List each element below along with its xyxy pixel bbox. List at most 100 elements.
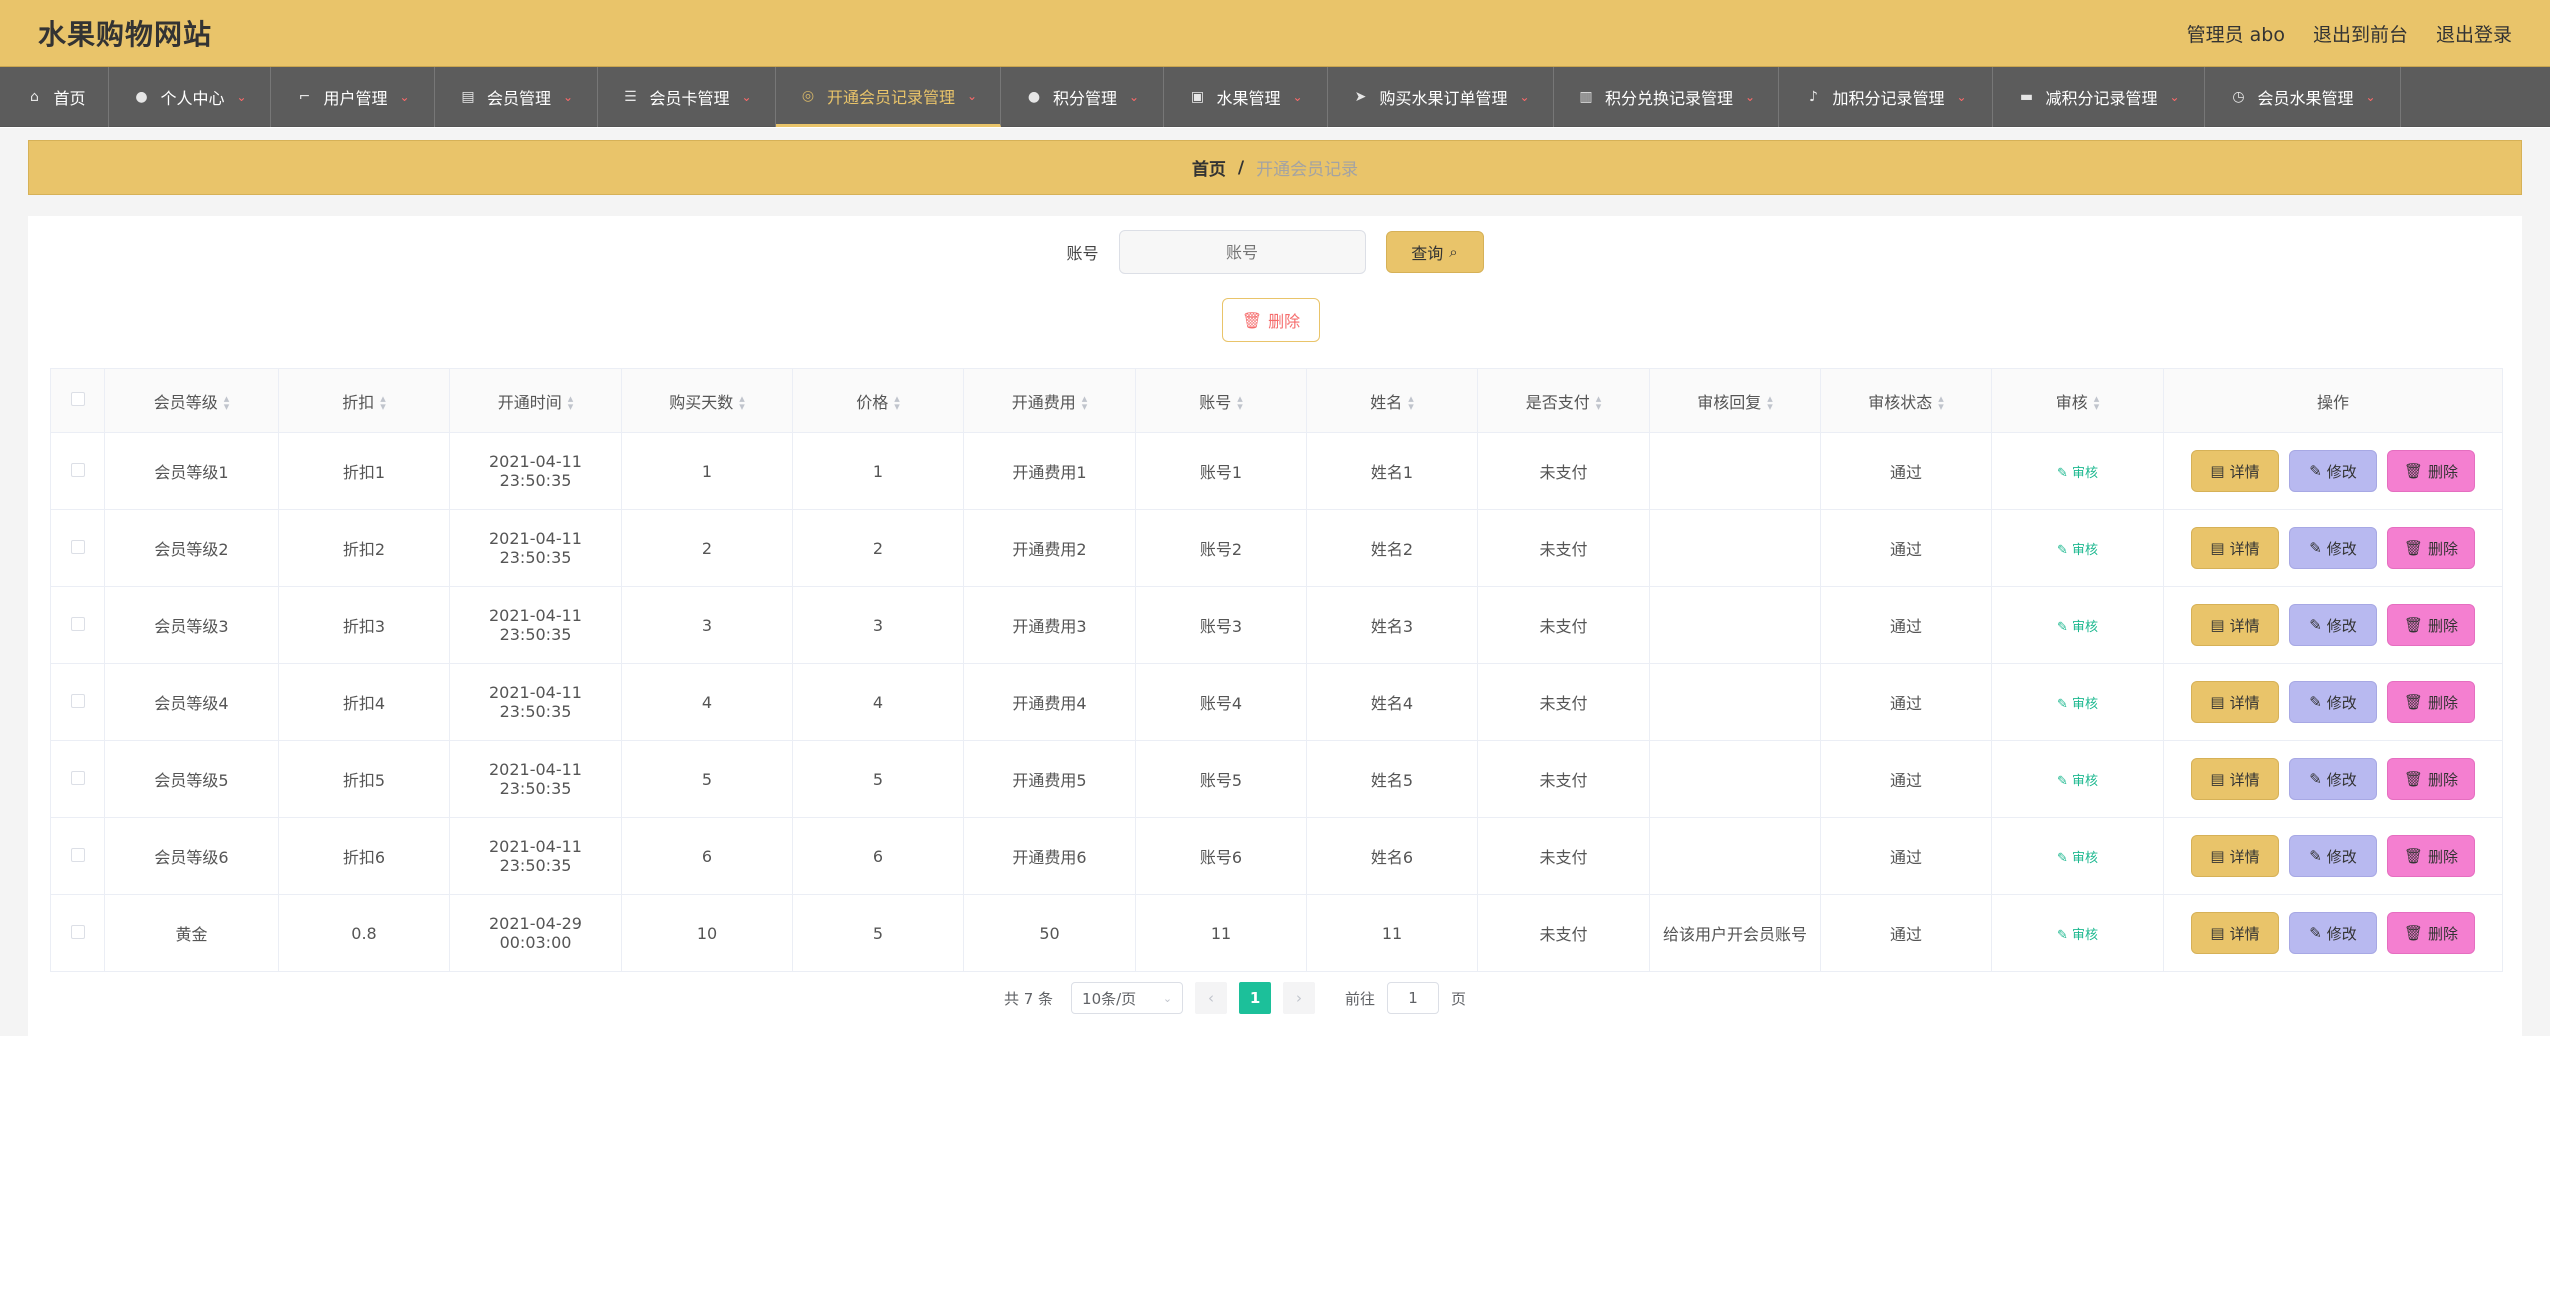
cell-account: 11: [1135, 894, 1307, 972]
column-header-label: 姓名: [1370, 392, 1403, 412]
batch-delete-button[interactable]: 🗑 删除: [1222, 298, 1320, 342]
nav-item-1[interactable]: ● 个人中心 ⌄: [109, 67, 271, 127]
current-page-button[interactable]: 1: [1239, 982, 1272, 1014]
column-header[interactable]: 折扣 ▴ ▾: [278, 368, 450, 433]
nav-item-4[interactable]: ☰ 会员卡管理 ⌄: [598, 67, 776, 127]
sort-icon[interactable]: ▴ ▾: [380, 393, 386, 412]
sort-icon[interactable]: ▴ ▾: [1767, 393, 1773, 412]
audit-link[interactable]: ✎ 审核: [2057, 697, 2098, 712]
column-header[interactable]: 会员等级 ▴ ▾: [104, 368, 279, 433]
cell-level: 会员等级5: [104, 740, 279, 818]
delete-button[interactable]: 🗑 删除: [2387, 604, 2475, 646]
page-size-select[interactable]: 10条/页 ⌄: [1071, 982, 1184, 1014]
nav-item-9[interactable]: ▥ 积分兑换记录管理 ⌄: [1554, 67, 1779, 127]
row-checkbox[interactable]: [70, 924, 85, 939]
detail-button[interactable]: ▤ 详情: [2191, 450, 2279, 492]
column-header[interactable]: 开通费用 ▴ ▾: [963, 368, 1136, 433]
pencil-icon: ✎: [2056, 465, 2068, 481]
chevron-right-icon: ›: [1296, 989, 1303, 1007]
edit-button[interactable]: ✎ 修改: [2289, 604, 2377, 646]
row-checkbox[interactable]: [70, 847, 85, 862]
back-to-front-link[interactable]: 退出到前台: [2313, 20, 2408, 47]
audit-link[interactable]: ✎ 审核: [2057, 928, 2098, 943]
nav-item-label: 会员水果管理: [2257, 89, 2354, 108]
select-all-checkbox[interactable]: [70, 392, 85, 406]
column-header[interactable]: 审核状态 ▴ ▾: [1820, 368, 1992, 433]
edit-button[interactable]: ✎ 修改: [2289, 450, 2377, 492]
cell-name: 姓名2: [1306, 509, 1478, 587]
breadcrumb-home[interactable]: 首页: [1192, 155, 1226, 180]
audit-link[interactable]: ✎ 审核: [2057, 466, 2098, 481]
detail-button[interactable]: ▤ 详情: [2191, 912, 2279, 954]
audit-link[interactable]: ✎ 审核: [2057, 851, 2098, 866]
sort-icon[interactable]: ▴ ▾: [1596, 393, 1602, 412]
nav-item-3[interactable]: ▤ 会员管理 ⌄: [435, 67, 598, 127]
nav-item-12[interactable]: ◷ 会员水果管理 ⌄: [2205, 67, 2401, 127]
goto-page-input[interactable]: [1387, 982, 1440, 1014]
column-header[interactable]: 购买天数 ▴ ▾: [621, 368, 793, 433]
sort-icon[interactable]: ▴ ▾: [894, 393, 900, 412]
nav-item-11[interactable]: ▬ 减积分记录管理 ⌄: [1993, 67, 2205, 127]
delete-button[interactable]: 🗑 删除: [2387, 450, 2475, 492]
column-header[interactable]: 价格 ▴ ▾: [792, 368, 964, 433]
nav-item-0[interactable]: ⌂ 首页: [3, 67, 109, 127]
search-button[interactable]: 查询 ⌕: [1385, 231, 1484, 273]
delete-button[interactable]: 🗑 删除: [2387, 758, 2475, 800]
next-page-button[interactable]: ›: [1283, 982, 1316, 1014]
cell-paid: 未支付: [1477, 663, 1650, 741]
edit-button[interactable]: ✎ 修改: [2289, 681, 2377, 723]
row-checkbox[interactable]: [70, 616, 85, 631]
calendar-icon: ▤: [461, 89, 475, 105]
delete-button[interactable]: 🗑 删除: [2387, 912, 2475, 954]
sort-icon[interactable]: ▴ ▾: [2094, 393, 2100, 412]
delete-button[interactable]: 🗑 删除: [2387, 527, 2475, 569]
account-search-input[interactable]: [1118, 230, 1366, 274]
nav-item-label: 水果管理: [1216, 89, 1281, 108]
nav-item-5[interactable]: ◎ 开通会员记录管理 ⌄: [776, 67, 1001, 127]
sort-icon[interactable]: ▴ ▾: [1408, 393, 1414, 412]
table-row: 会员等级6 折扣6 2021-04-11 23:50:35 6 6 开通费用6 账号6 姓名6…: [50, 817, 2503, 895]
sort-icon[interactable]: ▴ ▾: [568, 393, 574, 412]
row-checkbox[interactable]: [70, 462, 85, 477]
row-checkbox[interactable]: [70, 770, 85, 785]
column-header-label: 购买天数: [669, 392, 734, 412]
edit-button[interactable]: ✎ 修改: [2289, 758, 2377, 800]
cell-actions: ▤ 详情 ✎ 修改 🗑 删除: [2163, 740, 2503, 818]
detail-button[interactable]: ▤ 详情: [2191, 681, 2279, 723]
nav-item-8[interactable]: ➤ 购买水果订单管理 ⌄: [1328, 67, 1554, 127]
nav-item-10[interactable]: ♪ 加积分记录管理 ⌄: [1779, 67, 1993, 127]
detail-button[interactable]: ▤ 详情: [2191, 835, 2279, 877]
breadcrumb: 首页 / 开通会员记录: [28, 140, 2522, 195]
nav-item-2[interactable]: ⌐ 用户管理 ⌄: [271, 67, 435, 127]
nav-item-6[interactable]: ● 积分管理 ⌄: [1001, 67, 1164, 127]
edit-button[interactable]: ✎ 修改: [2289, 835, 2377, 877]
cell-name: 姓名1: [1306, 432, 1478, 510]
audit-link[interactable]: ✎ 审核: [2057, 620, 2098, 635]
prev-page-button[interactable]: ‹: [1195, 982, 1228, 1014]
edit-button[interactable]: ✎ 修改: [2289, 912, 2377, 954]
sort-icon[interactable]: ▴ ▾: [1237, 393, 1243, 412]
column-header[interactable]: 审核 ▴ ▾: [1991, 368, 2164, 433]
row-checkbox[interactable]: [70, 693, 85, 708]
edit-label: 修改: [2326, 924, 2357, 943]
detail-button[interactable]: ▤ 详情: [2191, 527, 2279, 569]
column-header[interactable]: 是否支付 ▴ ▾: [1477, 368, 1650, 433]
audit-link[interactable]: ✎ 审核: [2057, 774, 2098, 789]
sort-icon[interactable]: ▴ ▾: [224, 393, 230, 412]
row-checkbox[interactable]: [70, 539, 85, 554]
delete-button[interactable]: 🗑 删除: [2387, 681, 2475, 723]
audit-link[interactable]: ✎ 审核: [2057, 543, 2098, 558]
detail-button[interactable]: ▤ 详情: [2191, 758, 2279, 800]
column-header[interactable]: 审核回复 ▴ ▾: [1649, 368, 1821, 433]
sort-icon[interactable]: ▴ ▾: [739, 393, 745, 412]
delete-button[interactable]: 🗑 删除: [2387, 835, 2475, 877]
column-header[interactable]: 开通时间 ▴ ▾: [449, 368, 622, 433]
edit-button[interactable]: ✎ 修改: [2289, 527, 2377, 569]
sort-icon[interactable]: ▴ ▾: [1082, 393, 1088, 412]
detail-button[interactable]: ▤ 详情: [2191, 604, 2279, 646]
column-header[interactable]: 账号 ▴ ▾: [1135, 368, 1307, 433]
sort-icon[interactable]: ▴ ▾: [1938, 393, 1944, 412]
logout-link[interactable]: 退出登录: [2436, 20, 2512, 47]
nav-item-7[interactable]: ▣ 水果管理 ⌄: [1164, 67, 1328, 127]
column-header[interactable]: 姓名 ▴ ▾: [1306, 368, 1478, 433]
